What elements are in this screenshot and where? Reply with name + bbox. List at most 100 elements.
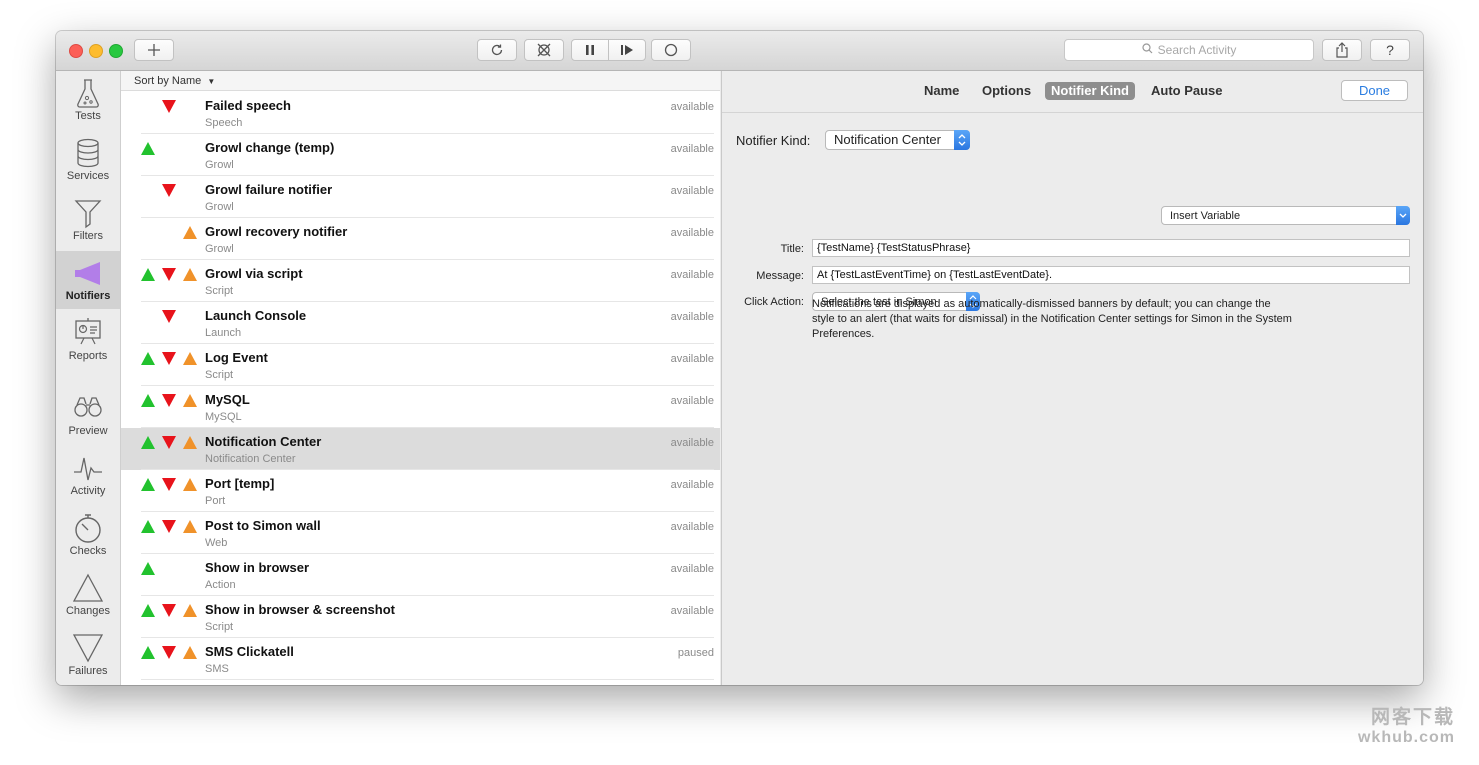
sidebar-item-label: Failures bbox=[68, 665, 108, 677]
list-item[interactable]: Log Event Script available bbox=[121, 344, 720, 386]
tab-auto-pause[interactable]: Auto Pause bbox=[1145, 82, 1229, 100]
done-button[interactable]: Done bbox=[1341, 80, 1408, 101]
status-warning-icon bbox=[183, 268, 197, 281]
chevron-down-icon bbox=[1396, 206, 1410, 225]
add-button[interactable] bbox=[134, 39, 174, 61]
status-warning-icon bbox=[183, 520, 197, 533]
list-item[interactable]: Growl recovery notifier Growl available bbox=[121, 218, 720, 260]
notifier-kind: Growl bbox=[205, 243, 234, 255]
sidebar-item-reports[interactable]: Reports bbox=[56, 311, 120, 369]
disable-button[interactable] bbox=[524, 39, 564, 61]
message-field[interactable]: At {TestLastEventTime} on {TestLastEvent… bbox=[812, 266, 1410, 284]
help-button[interactable]: ? bbox=[1370, 39, 1410, 61]
notifier-list: Sort by Name ▼ Failed speech Speech availa… bbox=[121, 71, 720, 685]
zoom-window-button[interactable] bbox=[109, 44, 123, 58]
tab-options[interactable]: Options bbox=[976, 82, 1037, 100]
status-warning-icon bbox=[183, 394, 197, 407]
list-item[interactable]: Post to Simon wall Web available bbox=[121, 512, 720, 554]
notifier-kind: Script bbox=[205, 621, 234, 633]
sort-menu[interactable]: Sort by Name ▼ bbox=[121, 71, 720, 91]
close-window-button[interactable] bbox=[69, 44, 83, 58]
list-item[interactable]: MySQL MySQL available bbox=[121, 386, 720, 428]
share-icon bbox=[1335, 42, 1349, 58]
notifier-status: available bbox=[670, 437, 714, 449]
status-warning-icon bbox=[183, 436, 197, 449]
refresh-button[interactable] bbox=[477, 39, 517, 61]
status-down-icon bbox=[162, 478, 176, 491]
status-down-icon bbox=[162, 352, 176, 365]
sidebar-item-preview[interactable]: Preview bbox=[56, 386, 120, 444]
presentation-icon bbox=[56, 317, 120, 349]
list-item[interactable]: Show in browser & screenshot Script availa… bbox=[121, 596, 720, 638]
notifier-status: available bbox=[670, 395, 714, 407]
sidebar-item-label: Checks bbox=[69, 545, 107, 557]
status-down-icon bbox=[162, 394, 176, 407]
sidebar-item-failures[interactable]: Failures bbox=[56, 626, 120, 684]
sidebar-item-checks[interactable]: Checks bbox=[56, 506, 120, 564]
title-field[interactable]: {TestName} {TestStatusPhrase} bbox=[812, 239, 1410, 257]
tab-bar: Name Options Notifier Kind Auto Pause Do… bbox=[722, 71, 1423, 113]
notifier-kind: Speech bbox=[205, 117, 243, 129]
sidebar-item-label: Notifiers bbox=[65, 290, 111, 302]
tab-name[interactable]: Name bbox=[918, 82, 965, 100]
app-window: Search Activity ? Tests Services Filters… bbox=[56, 31, 1423, 685]
sidebar-item-services[interactable]: Services bbox=[56, 131, 120, 189]
sidebar-item-filters[interactable]: Filters bbox=[56, 191, 120, 249]
record-button[interactable] bbox=[651, 39, 691, 61]
notifier-name: MySQL bbox=[205, 392, 250, 407]
status-up-icon bbox=[141, 268, 155, 281]
play-step-icon bbox=[620, 44, 634, 56]
sidebar-item-tests[interactable]: Tests bbox=[56, 71, 120, 129]
notifier-kind: Growl bbox=[205, 201, 234, 213]
notifier-status: available bbox=[670, 185, 714, 197]
notifier-kind-select[interactable]: Notification Center bbox=[825, 130, 970, 150]
sidebar-item-notifiers[interactable]: Notifiers bbox=[56, 251, 120, 309]
sidebar-item-label: Services bbox=[66, 170, 110, 182]
notifier-name: Growl recovery notifier bbox=[205, 224, 348, 239]
database-icon bbox=[56, 137, 120, 169]
list-item[interactable]: Notification Center Notification Center av… bbox=[121, 428, 720, 470]
funnel-icon bbox=[56, 197, 120, 229]
tab-notifier-kind[interactable]: Notifier Kind bbox=[1045, 82, 1135, 100]
insert-variable-select[interactable]: Insert Variable bbox=[1161, 206, 1410, 225]
title-field-label: Title: bbox=[780, 243, 804, 255]
status-down-icon bbox=[162, 184, 176, 197]
minimize-window-button[interactable] bbox=[89, 44, 103, 58]
list-item[interactable]: Port [temp] Port available bbox=[121, 470, 720, 512]
sidebar-item-label: Changes bbox=[65, 605, 111, 617]
search-input[interactable]: Search Activity bbox=[1064, 39, 1314, 61]
notifier-status: available bbox=[670, 269, 714, 281]
list-item[interactable]: Show in browser Action available bbox=[121, 554, 720, 596]
status-up-icon bbox=[141, 478, 155, 491]
sort-label: Sort by Name bbox=[134, 75, 202, 87]
notifier-status: paused bbox=[677, 647, 714, 659]
list-item[interactable]: Growl change (temp) Growl available bbox=[121, 134, 720, 176]
flask-icon bbox=[56, 77, 120, 109]
pause-button[interactable] bbox=[571, 39, 609, 61]
watermark-line-2: wkhub.com bbox=[1357, 729, 1455, 746]
message-field-label: Message: bbox=[756, 270, 804, 282]
notifier-name: Growl change (temp) bbox=[205, 140, 335, 155]
sidebar-item-label: Activity bbox=[70, 485, 106, 497]
status-warning-icon bbox=[183, 226, 197, 239]
status-down-icon bbox=[162, 100, 176, 113]
insert-variable-label: Insert Variable bbox=[1170, 210, 1241, 222]
watermark-line-1: 网客下载 bbox=[1370, 707, 1455, 728]
sidebar-item-label: Reports bbox=[68, 350, 108, 362]
sidebar-item-activity[interactable]: Activity bbox=[56, 446, 120, 504]
status-warning-icon bbox=[183, 646, 197, 659]
list-item[interactable]: Failed speech Speech available bbox=[121, 92, 720, 134]
list-item[interactable]: SMS Clickatell SMS paused bbox=[121, 638, 720, 680]
list-item[interactable]: Launch Console Launch available bbox=[121, 302, 720, 344]
sidebar-item-changes[interactable]: Changes bbox=[56, 566, 120, 624]
notifier-kind: Script bbox=[205, 369, 234, 381]
notifier-name: Growl via script bbox=[205, 266, 303, 281]
step-button[interactable] bbox=[608, 39, 646, 61]
list-item[interactable]: Growl failure notifier Growl available bbox=[121, 176, 720, 218]
status-up-icon bbox=[141, 562, 155, 575]
notifier-kind: Port bbox=[205, 495, 226, 507]
share-button[interactable] bbox=[1322, 39, 1362, 61]
notifier-status: available bbox=[670, 101, 714, 113]
list-item[interactable]: Growl via script Script available bbox=[121, 260, 720, 302]
notifier-kind-value: Notification Center bbox=[834, 132, 941, 147]
